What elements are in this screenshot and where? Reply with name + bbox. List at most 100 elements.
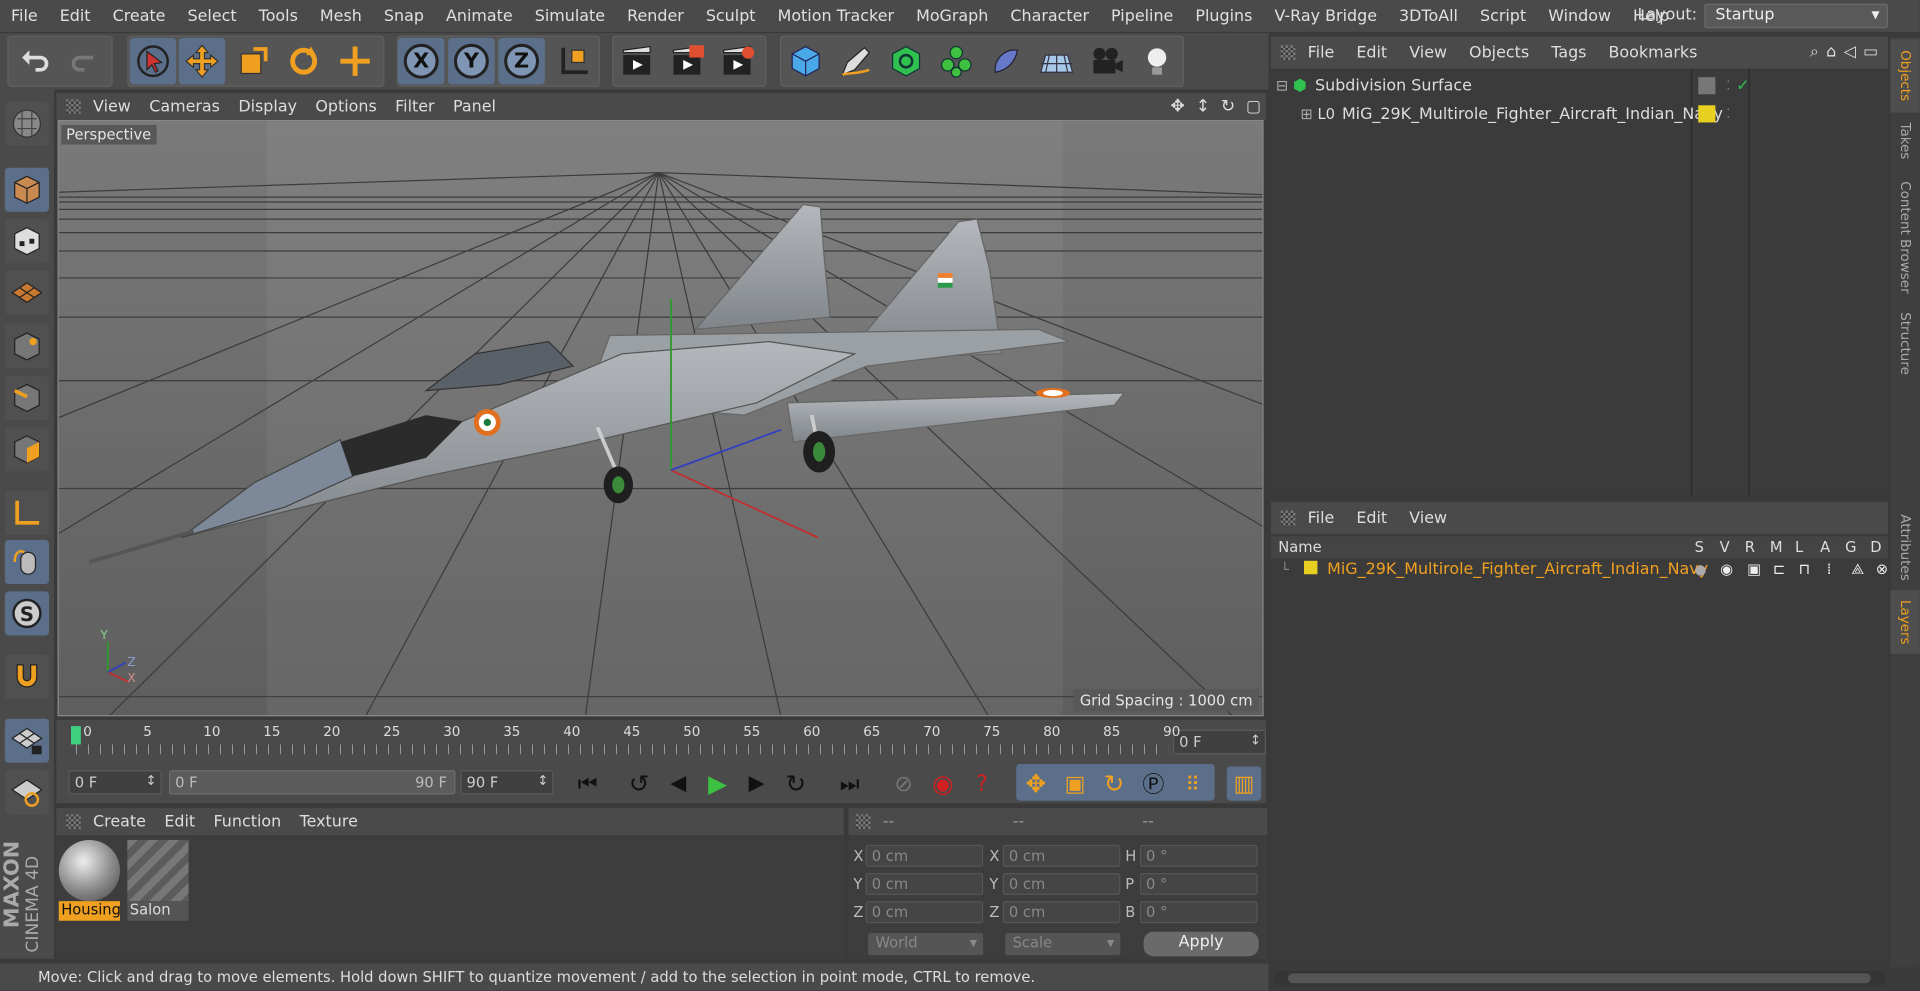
layout-icon[interactable]: ▭ bbox=[1863, 43, 1878, 61]
autokey-button[interactable]: ? bbox=[965, 766, 999, 800]
viewport-menu-view[interactable]: View bbox=[93, 97, 131, 115]
z-axis-button[interactable]: Z bbox=[498, 37, 545, 85]
pan-icon[interactable]: ✥ bbox=[1171, 97, 1185, 117]
menu-script[interactable]: Script bbox=[1469, 7, 1537, 25]
layer-menu-view[interactable]: View bbox=[1409, 509, 1447, 527]
coordinate-value-field[interactable]: 0 cm bbox=[865, 844, 984, 867]
undo-button[interactable] bbox=[12, 38, 59, 85]
redo-button[interactable] bbox=[61, 38, 108, 85]
current-frame-marker[interactable] bbox=[71, 726, 81, 745]
animation-icon[interactable]: ⁞ bbox=[1827, 561, 1832, 578]
menu-character[interactable]: Character bbox=[999, 7, 1100, 25]
render-clapper-icon[interactable]: ▣ bbox=[1747, 561, 1761, 578]
layer-column-header-a[interactable]: A bbox=[1820, 539, 1830, 556]
coordinate-value-field[interactable]: 0 cm bbox=[1002, 844, 1121, 867]
key-point-level-button[interactable]: ⠿ bbox=[1175, 766, 1209, 800]
menu-v-ray-bridge[interactable]: V-Ray Bridge bbox=[1263, 7, 1388, 25]
object-menu-bookmarks[interactable]: Bookmarks bbox=[1609, 43, 1698, 61]
perspective-viewport[interactable]: Y Z X Perspective Grid Spacing : 1000 cm bbox=[57, 119, 1264, 717]
orbit-icon[interactable]: ↻ bbox=[1221, 97, 1235, 117]
move-tool-button[interactable] bbox=[178, 37, 226, 85]
scale-tool-button[interactable] bbox=[230, 38, 277, 85]
material-menu-function[interactable]: Function bbox=[214, 812, 282, 830]
render-settings-button[interactable] bbox=[715, 38, 762, 85]
key-position-button[interactable]: ✥ bbox=[1019, 766, 1053, 800]
go-to-start-button[interactable]: ⏮ bbox=[571, 766, 605, 800]
cube-button[interactable] bbox=[782, 38, 829, 85]
tab-attributes[interactable]: Attributes bbox=[1890, 504, 1919, 590]
select-tool-button[interactable] bbox=[129, 37, 177, 85]
rotate-tool-button[interactable] bbox=[280, 38, 327, 85]
key-parameter-button[interactable]: Ⓟ bbox=[1136, 766, 1170, 800]
subdivision-button[interactable] bbox=[883, 38, 930, 85]
workplane-mode-button[interactable] bbox=[4, 270, 49, 315]
coordinate-value-field[interactable]: 0 ° bbox=[1139, 844, 1258, 867]
home-icon[interactable]: ⌂ bbox=[1826, 43, 1836, 61]
light-button[interactable] bbox=[1134, 38, 1181, 85]
layer-column-header-g[interactable]: G bbox=[1845, 539, 1856, 556]
tab-structure[interactable]: Structure bbox=[1890, 306, 1919, 382]
viewport-menu-display[interactable]: Display bbox=[238, 97, 297, 115]
key-rotation-button[interactable]: ↻ bbox=[1097, 766, 1131, 800]
menu-sculpt[interactable]: Sculpt bbox=[695, 7, 767, 25]
object-menu-objects[interactable]: Objects bbox=[1469, 43, 1529, 61]
object-menu-file[interactable]: File bbox=[1308, 43, 1335, 61]
layout-select[interactable]: Startup bbox=[1704, 3, 1889, 29]
search-icon[interactable]: ⌕ bbox=[1810, 43, 1819, 61]
layer-menu-edit[interactable]: Edit bbox=[1356, 509, 1387, 527]
menu-3dtoall[interactable]: 3DToAll bbox=[1388, 7, 1469, 25]
object-menu-tags[interactable]: Tags bbox=[1551, 43, 1586, 61]
object-row-mig29k[interactable]: ⊞ L0 MiG_29K_Multirole_Fighter_Aircraft_… bbox=[1276, 100, 1888, 127]
menu-simulate[interactable]: Simulate bbox=[524, 7, 616, 25]
render-dots-icon[interactable]: ⁚ bbox=[1726, 107, 1730, 120]
coordinate-value-field[interactable]: 0 ° bbox=[1139, 901, 1258, 924]
snap-button[interactable] bbox=[4, 655, 49, 700]
coordinate-value-field[interactable]: 0 ° bbox=[1139, 872, 1258, 896]
material-menu-create[interactable]: Create bbox=[93, 812, 146, 830]
object-menu-edit[interactable]: Edit bbox=[1356, 43, 1387, 61]
tweak-mode-button[interactable] bbox=[4, 539, 49, 585]
menu-edit[interactable]: Edit bbox=[49, 7, 102, 25]
edges-mode-button[interactable] bbox=[4, 375, 49, 420]
tab-takes[interactable]: Takes bbox=[1890, 113, 1919, 169]
visibility-toggle-icon[interactable] bbox=[1698, 77, 1716, 95]
menu-tools[interactable]: Tools bbox=[248, 7, 309, 25]
material-salon[interactable]: Salon bbox=[127, 839, 189, 923]
transform-tool-button[interactable] bbox=[332, 38, 379, 85]
menu-file[interactable]: File bbox=[0, 7, 49, 25]
coordinate-value-field[interactable]: 0 cm bbox=[865, 872, 984, 896]
enabled-check-icon[interactable]: ✓ bbox=[1736, 77, 1749, 95]
generator-icon[interactable]: ⟁ bbox=[1851, 561, 1864, 579]
x-axis-button[interactable]: X bbox=[397, 37, 445, 85]
apply-button[interactable]: Apply bbox=[1143, 931, 1259, 957]
solo-toggle-icon[interactable]: ● bbox=[1695, 562, 1707, 578]
play-button[interactable]: ▶ bbox=[700, 766, 734, 800]
solo-button[interactable]: S bbox=[4, 591, 49, 636]
camera-button[interactable] bbox=[1084, 38, 1131, 85]
size-mode-select[interactable]: Scale ▾ bbox=[1005, 932, 1121, 956]
axis-mode-button[interactable] bbox=[4, 490, 49, 536]
start-frame-field[interactable]: 0 F bbox=[68, 770, 162, 795]
menu-plugins[interactable]: Plugins bbox=[1184, 7, 1263, 25]
material-menu-texture[interactable]: Texture bbox=[300, 812, 358, 830]
points-mode-button[interactable] bbox=[4, 324, 49, 369]
record-button[interactable]: ◉ bbox=[926, 766, 960, 800]
lock-icon[interactable]: ⊓ bbox=[1799, 561, 1810, 578]
scrollbar-thumb[interactable] bbox=[1288, 973, 1871, 984]
menu-animate[interactable]: Animate bbox=[435, 7, 524, 25]
floor-button[interactable] bbox=[1033, 38, 1080, 85]
material-menu-edit[interactable]: Edit bbox=[164, 812, 195, 830]
zoom-icon[interactable]: ↕ bbox=[1196, 97, 1210, 117]
end-frame-field[interactable]: 90 F bbox=[460, 770, 554, 795]
y-axis-button[interactable]: Y bbox=[448, 37, 495, 85]
layer-menu-file[interactable]: File bbox=[1308, 509, 1335, 527]
timeline-window-button[interactable]: ▥ bbox=[1226, 766, 1262, 801]
layer-column-header-m[interactable]: M bbox=[1770, 539, 1783, 556]
object-menu-view[interactable]: View bbox=[1409, 43, 1447, 61]
menu-create[interactable]: Create bbox=[102, 7, 177, 25]
current-frame-field[interactable]: 0 F bbox=[1172, 729, 1267, 755]
pen-button[interactable] bbox=[833, 38, 880, 85]
menu-mograph[interactable]: MoGraph bbox=[905, 7, 999, 25]
model-mode-button[interactable] bbox=[4, 167, 49, 212]
coordinate-value-field[interactable]: 0 cm bbox=[1002, 872, 1121, 896]
